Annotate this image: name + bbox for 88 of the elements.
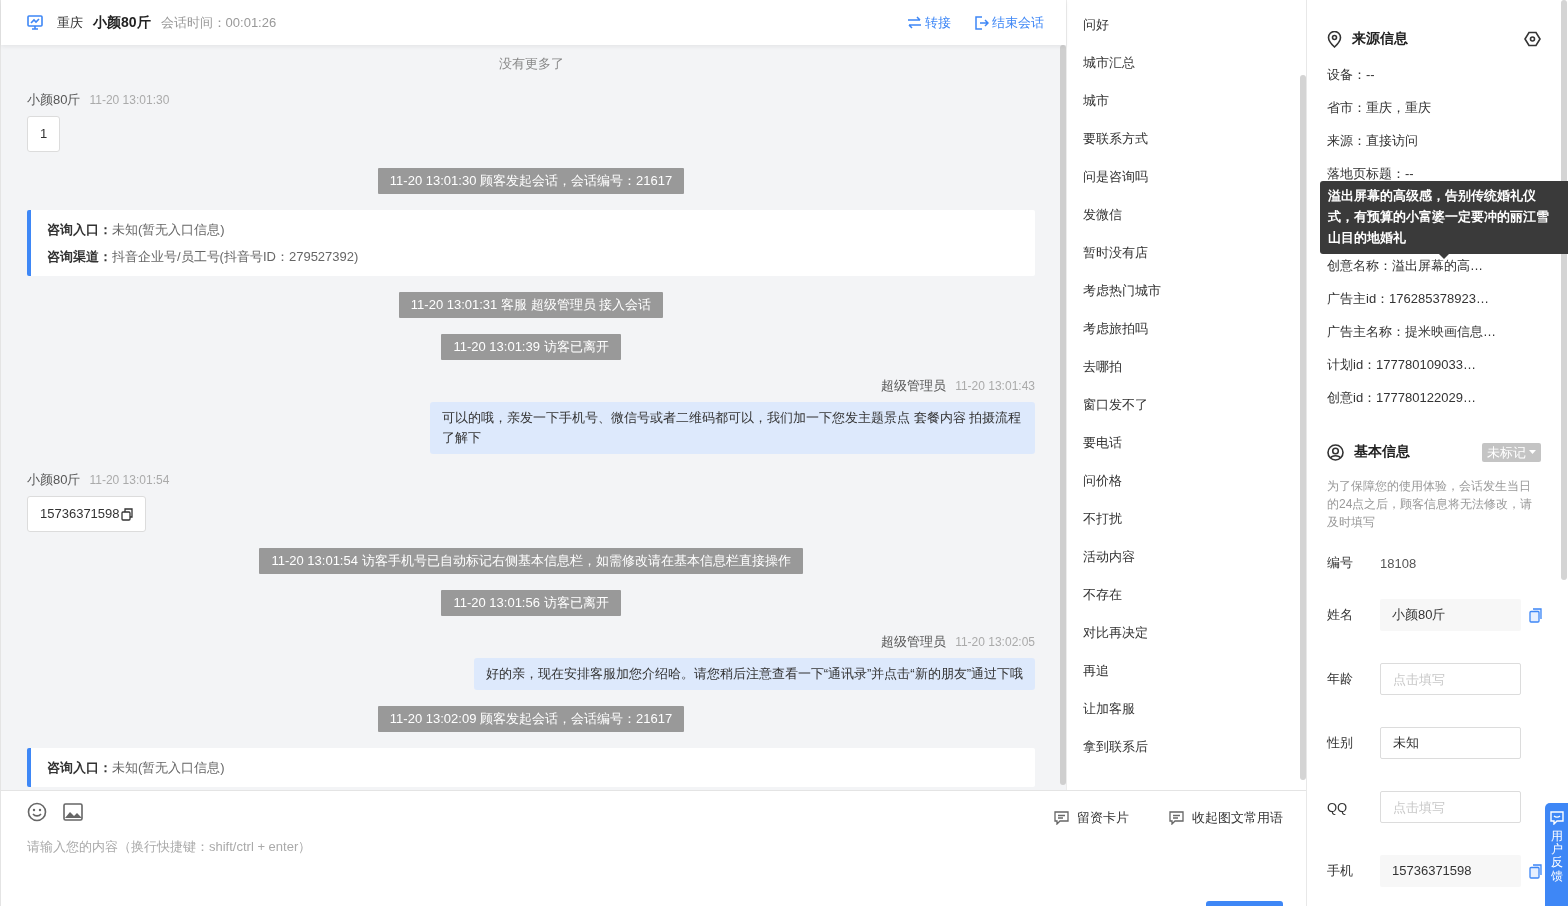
quick-phrase-item[interactable]: 问价格: [1083, 471, 1300, 491]
field-label: 性别: [1327, 734, 1354, 752]
scrollbar[interactable]: [1300, 75, 1306, 780]
location-pin-icon: [1327, 30, 1342, 48]
message-bubble: 好的亲，现在安排客服加您介绍哈。请您稍后注意查看一下“通讯录”并点击“新的朋友”通过下哦: [473, 658, 1035, 690]
visitor-name: 小颜80斤: [93, 13, 151, 32]
message-bubble: 1: [27, 116, 61, 152]
sender-name: 超级管理员: [881, 633, 947, 651]
source-info-row-text: 创意id：177780122029…: [1327, 389, 1477, 407]
message-time: 11-20 13:01:43: [955, 378, 1035, 395]
quick-phrase-item[interactable]: 问好: [1083, 15, 1300, 35]
message-time: 11-20 13:01:30: [89, 92, 170, 109]
system-event: 11-20 13:02:09 顾客发起会话，会话编号：21617: [377, 706, 685, 732]
message-card-icon: [1054, 811, 1069, 825]
notice-text: 为了保障您的使用体验，会话发生当日的24点之后，顾客信息将无法修改，请及时填写: [1327, 478, 1534, 531]
monitor-icon: [27, 15, 43, 30]
smiley-icon: [27, 802, 47, 822]
settings-icon: [1524, 31, 1541, 47]
transfer-icon: [907, 16, 922, 29]
source-info-row-text: 创意名称：溢出屏幕的高…: [1327, 257, 1484, 275]
exit-icon: [975, 15, 989, 30]
chat-bubble-icon: [1549, 811, 1564, 825]
inquiry-info-line: 咨询入口：未知(暂无入口信息): [47, 759, 226, 777]
quick-phrase-item[interactable]: 问是咨询吗: [1083, 167, 1300, 187]
send-button[interactable]: [1206, 901, 1283, 906]
sender-name: 小颜80斤: [27, 471, 81, 489]
system-event: 11-20 13:01:39 访客已离开: [441, 334, 621, 360]
source-info-row-text: 广告主名称：提米映画信息…: [1327, 323, 1497, 341]
readonly-field: 小颜80斤: [1380, 599, 1521, 631]
end-session-button[interactable]: 结束会话: [975, 13, 1044, 32]
field-label: 姓名: [1327, 606, 1354, 624]
quick-phrase-item[interactable]: 拿到联系后: [1083, 737, 1300, 757]
quick-phrase-item[interactable]: 不打扰: [1083, 509, 1300, 529]
toolbar-button[interactable]: 收起图文常用语: [1169, 809, 1283, 827]
message-bubble: 15736371598: [27, 496, 146, 532]
system-event: 11-20 13:01:31 客服 超级管理员 接入会话: [398, 292, 664, 318]
user-circle-icon: [1327, 443, 1344, 461]
field-value: 18108: [1380, 555, 1417, 571]
section-title: 来源信息: [1352, 30, 1408, 48]
source-info-row-text: 设备：--: [1327, 66, 1376, 84]
quick-phrase-item[interactable]: 再追: [1083, 661, 1300, 681]
quick-phrase-item[interactable]: 要电话: [1083, 433, 1300, 453]
sender-name: 超级管理员: [881, 377, 947, 395]
system-event: 11-20 13:01:54 访客手机号已自动标记右侧基本信息栏，如需修改请在基本信息栏直接操作: [259, 548, 803, 574]
quick-phrase-item[interactable]: 窗口发不了: [1083, 395, 1300, 415]
message-time: 11-20 13:02:05: [955, 634, 1035, 651]
quick-phrase-item[interactable]: 暂时没有店: [1083, 243, 1300, 263]
quick-phrase-item[interactable]: 要联系方式: [1083, 129, 1300, 149]
message-input[interactable]: 请输入您的内容（换行快捷键：shift/ctrl + enter）: [27, 837, 627, 857]
source-info-row-text: 计划id：177780109033…: [1327, 356, 1477, 374]
image-icon: [63, 803, 83, 821]
scrollbar[interactable]: [1060, 45, 1066, 785]
quick-phrase-item[interactable]: 城市汇总: [1083, 53, 1300, 73]
input-field[interactable]: 未知: [1380, 727, 1521, 759]
source-info-row-text: 落地页标题：--: [1327, 165, 1415, 183]
readonly-field: 15736371598: [1380, 855, 1521, 887]
tooltip: 溢出屏幕的高级感，告别传统婚礼仪式，有预算的小富婆一定要冲的丽江雪山目的地婚礼: [1320, 181, 1568, 259]
quick-phrase-item[interactable]: 不存在: [1083, 585, 1300, 605]
caret-icon: [1529, 450, 1536, 454]
inquiry-info-line: 咨询渠道：抖音企业号/员工号(抖音号ID：279527392): [47, 248, 360, 266]
system-event: 11-20 13:01:56 访客已离开: [441, 590, 621, 616]
quick-phrase-item[interactable]: 考虑旅拍吗: [1083, 319, 1300, 339]
field-label: 年龄: [1327, 670, 1354, 688]
field-label: QQ: [1327, 799, 1349, 815]
section-title: 基本信息: [1354, 443, 1410, 461]
transfer-button[interactable]: 转接: [907, 13, 951, 32]
source-info-row-text: 广告主id：176285378923…: [1327, 290, 1490, 308]
quick-phrase-item[interactable]: 活动内容: [1083, 547, 1300, 567]
field-label: 手机: [1327, 862, 1354, 880]
field-label: 编号: [1327, 554, 1354, 572]
system-event: 11-20 13:01:30 顾客发起会话，会话编号：21617: [377, 168, 685, 194]
message-bubble: 可以的哦，亲发一下手机号、微信号或者二维码都可以，我们加一下您发主题景点 套餐内容 拍摄流程了解下: [430, 402, 1035, 454]
source-info-row-text: 省市：重庆，重庆: [1327, 99, 1432, 117]
quick-phrase-item[interactable]: 发微信: [1083, 205, 1300, 225]
no-more-notice: 没有更多了: [497, 55, 565, 73]
toolbar-button[interactable]: 留资卡片: [1054, 809, 1129, 827]
quick-phrase-item[interactable]: 对比再决定: [1083, 623, 1300, 643]
quick-phrase-item[interactable]: 让加客服: [1083, 699, 1300, 719]
location-label: 重庆: [57, 13, 83, 32]
message-time: 11-20 13:01:54: [89, 472, 170, 489]
quick-phrase-item[interactable]: 城市: [1083, 91, 1300, 111]
session-duration: 会话时间：00:01:26: [160, 13, 277, 32]
quick-phrase-item[interactable]: 考虑热门城市: [1083, 281, 1300, 301]
source-info-row-text: 来源：直接访问: [1327, 132, 1419, 150]
message-card-icon: [1169, 811, 1184, 825]
inquiry-info-line: 咨询入口：未知(暂无入口信息): [47, 221, 226, 239]
sender-name: 小颜80斤: [27, 91, 81, 109]
quick-phrase-item[interactable]: 去哪拍: [1083, 357, 1300, 377]
